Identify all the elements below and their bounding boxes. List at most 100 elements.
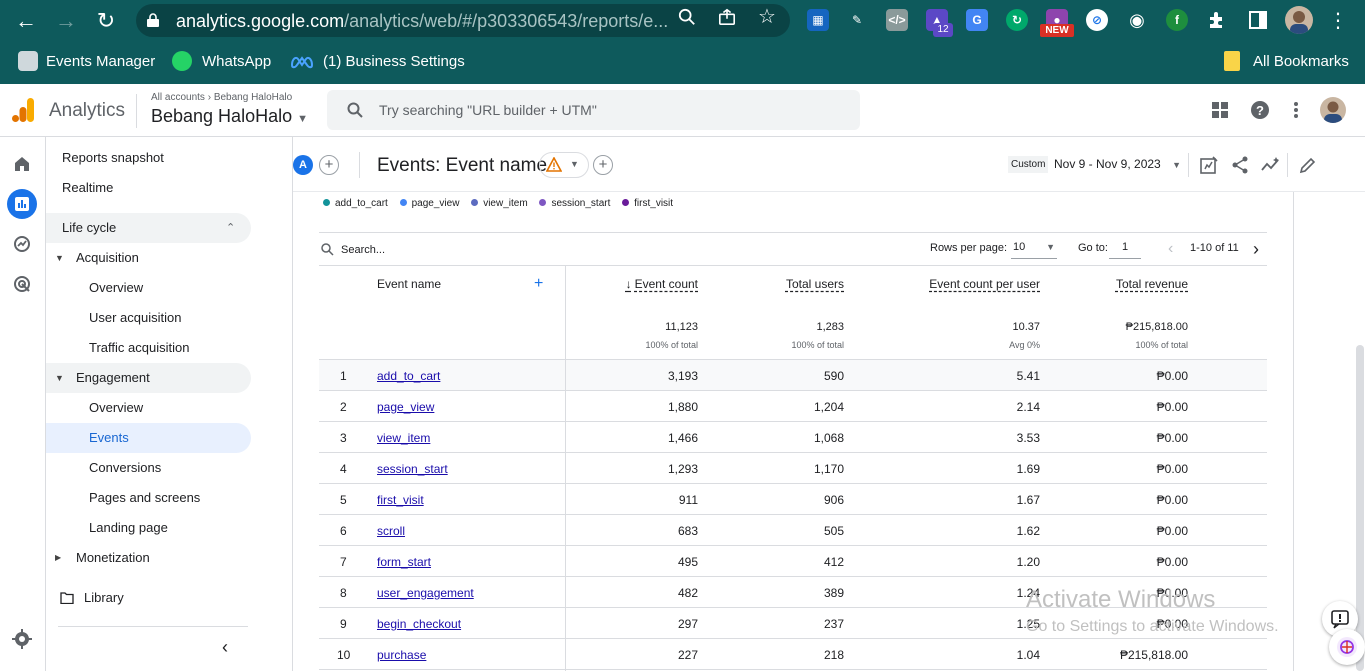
goto-page-input[interactable]: 1 <box>1109 237 1141 259</box>
user-avatar[interactable] <box>1320 97 1346 123</box>
table-row[interactable]: 3 view_item 1,466 1,068 3.53 ₱0.00 <box>319 422 1267 453</box>
date-range-picker[interactable]: Nov 9 - Nov 9, 2023 ▼ <box>1054 157 1181 171</box>
table-search-input[interactable] <box>341 242 541 258</box>
bookmark-star-icon[interactable]: ☆ <box>757 7 777 27</box>
nav-landing-page[interactable]: Landing page <box>46 513 251 543</box>
settings-gear-icon[interactable] <box>7 624 37 654</box>
advertising-icon[interactable] <box>7 269 37 299</box>
legend-item[interactable]: session_start <box>539 198 610 209</box>
account-breadcrumb[interactable]: All accounts › Bebang HaloHalo <box>151 92 292 103</box>
bookmark-events-manager[interactable]: Events Manager <box>46 53 155 70</box>
explore-icon[interactable] <box>7 229 37 259</box>
event-name-link[interactable]: session_start <box>377 462 448 476</box>
event-name-link[interactable]: purchase <box>377 648 426 662</box>
insights-icon[interactable] <box>1260 155 1280 175</box>
search-bar[interactable] <box>327 90 860 130</box>
legend-item[interactable]: page_view <box>399 198 459 209</box>
extension-ghost-icon[interactable]: ◉ <box>1126 9 1148 31</box>
table-row[interactable]: 6 scroll 683 505 1.62 ₱0.00 <box>319 515 1267 546</box>
site-info-icon[interactable] <box>146 12 160 28</box>
table-row[interactable]: 9 begin_checkout 297 237 1.25 ₱0.00 <box>319 608 1267 639</box>
table-row[interactable]: 1 add_to_cart 3,193 590 5.41 ₱0.00 <box>319 360 1267 391</box>
more-vert-icon[interactable] <box>1286 100 1306 120</box>
event-name-link[interactable]: page_view <box>377 400 434 414</box>
next-page-icon[interactable]: › <box>1253 239 1259 260</box>
event-name-link[interactable]: scroll <box>377 524 405 538</box>
app-name[interactable]: Analytics <box>49 100 125 122</box>
add-filter-icon[interactable]: + <box>593 155 613 175</box>
nav-acquisition[interactable]: ▼ Acquisition <box>46 243 251 273</box>
chrome-menu-icon[interactable]: ⋮ <box>1325 8 1351 34</box>
extension-code-icon[interactable]: </> <box>886 9 908 31</box>
add-comparison-icon[interactable]: + <box>319 155 339 175</box>
event-name-link[interactable]: user_engagement <box>377 586 474 600</box>
prev-page-icon[interactable]: ‹ <box>1168 240 1173 258</box>
forward-arrow-icon[interactable]: → <box>53 8 79 34</box>
bookmark-all-bookmarks[interactable]: All Bookmarks <box>1253 53 1349 70</box>
share-icon[interactable] <box>1230 155 1250 175</box>
edit-report-icon[interactable] <box>1199 155 1219 175</box>
nav-realtime[interactable]: Realtime <box>46 173 251 203</box>
table-row[interactable]: 7 form_start 495 412 1.20 ₱0.00 <box>319 546 1267 577</box>
customize-pencil-icon[interactable] <box>1298 155 1318 175</box>
column-header-total-revenue[interactable]: Total revenue <box>1116 277 1188 291</box>
zoom-search-icon[interactable] <box>677 8 697 26</box>
analytics-logo-icon[interactable] <box>12 98 34 122</box>
nav-reports-snapshot[interactable]: Reports snapshot <box>46 143 251 173</box>
nav-traffic-acquisition[interactable]: Traffic acquisition <box>46 333 251 363</box>
table-row[interactable]: 4 session_start 1,293 1,170 1.69 ₱0.00 <box>319 453 1267 484</box>
column-header-event-name[interactable]: Event name <box>377 277 441 291</box>
table-row[interactable]: 5 first_visit 911 906 1.67 ₱0.00 <box>319 484 1267 515</box>
legend-item[interactable]: view_item <box>471 198 528 209</box>
nav-eng-overview[interactable]: Overview <box>46 393 251 423</box>
table-row[interactable]: 10 purchase 227 218 1.04 ₱215,818.00 <box>319 639 1267 670</box>
table-row[interactable]: 8 user_engagement 482 389 1.24 ₱0.00 <box>319 577 1267 608</box>
nav-engagement[interactable]: ▼ Engagement <box>46 363 251 393</box>
nav-monetization[interactable]: ▶ Monetization <box>46 543 251 573</box>
event-name-link[interactable]: add_to_cart <box>377 369 440 383</box>
extension-pencil-icon[interactable]: ✎ <box>846 9 868 31</box>
search-input[interactable] <box>379 100 839 120</box>
column-header-event-count-per-user[interactable]: Event count per user <box>929 277 1040 291</box>
extensions-puzzle-icon[interactable] <box>1207 10 1227 30</box>
nav-events[interactable]: Events <box>46 423 251 453</box>
add-dimension-icon[interactable]: + <box>534 275 543 293</box>
nav-conversions[interactable]: Conversions <box>46 453 251 483</box>
event-name-link[interactable]: form_start <box>377 555 431 569</box>
chrome-profile-avatar[interactable] <box>1285 6 1313 34</box>
data-quality-chip[interactable]: ▼ <box>539 152 589 178</box>
nav-library[interactable]: Library <box>46 583 251 613</box>
column-header-event-count[interactable]: ↓ Event count <box>626 277 698 291</box>
bookmark-business-settings[interactable]: (1) Business Settings <box>323 53 465 70</box>
side-panel-icon[interactable] <box>1248 10 1268 30</box>
legend-item[interactable]: add_to_cart <box>323 198 388 209</box>
share-page-icon[interactable] <box>717 8 737 26</box>
nav-pages-and-screens[interactable]: Pages and screens <box>46 483 251 513</box>
help-icon[interactable]: ? <box>1250 100 1270 120</box>
extension-translate-icon[interactable]: G <box>966 9 988 31</box>
reports-icon[interactable] <box>7 189 37 219</box>
collapse-sidebar-icon[interactable]: ‹ <box>222 637 228 658</box>
extension-calendar-icon[interactable]: ▦ <box>807 9 829 31</box>
extension-refresh-icon[interactable]: ↻ <box>1006 9 1028 31</box>
home-icon[interactable] <box>7 149 37 179</box>
back-arrow-icon[interactable]: ← <box>13 8 39 34</box>
event-name-link[interactable]: view_item <box>377 431 430 445</box>
extension-disc-icon[interactable]: ⊘ <box>1086 9 1108 31</box>
event-name-link[interactable]: begin_checkout <box>377 617 461 631</box>
apps-grid-icon[interactable] <box>1210 100 1230 120</box>
reload-icon[interactable]: ↻ <box>93 8 119 34</box>
column-header-total-users[interactable]: Total users <box>786 277 844 291</box>
table-row[interactable]: 2 page_view 1,880 1,204 2.14 ₱0.00 <box>319 391 1267 422</box>
bookmark-whatsapp[interactable]: WhatsApp <box>202 53 271 70</box>
comparison-chip[interactable]: A <box>293 155 313 175</box>
extension-leaf-icon[interactable]: f <box>1166 9 1188 31</box>
event-name-link[interactable]: first_visit <box>377 493 424 507</box>
property-selector[interactable]: Bebang HaloHalo ▼ <box>151 106 308 127</box>
analytics-intelligence-button[interactable] <box>1329 629 1365 665</box>
nav-life-cycle[interactable]: Life cycle ⌃ <box>46 213 251 243</box>
nav-user-acquisition[interactable]: User acquisition <box>46 303 251 333</box>
rows-per-page-select[interactable]: 10 ▼ <box>1011 237 1057 259</box>
legend-item[interactable]: first_visit <box>622 198 673 209</box>
nav-acq-overview[interactable]: Overview <box>46 273 251 303</box>
